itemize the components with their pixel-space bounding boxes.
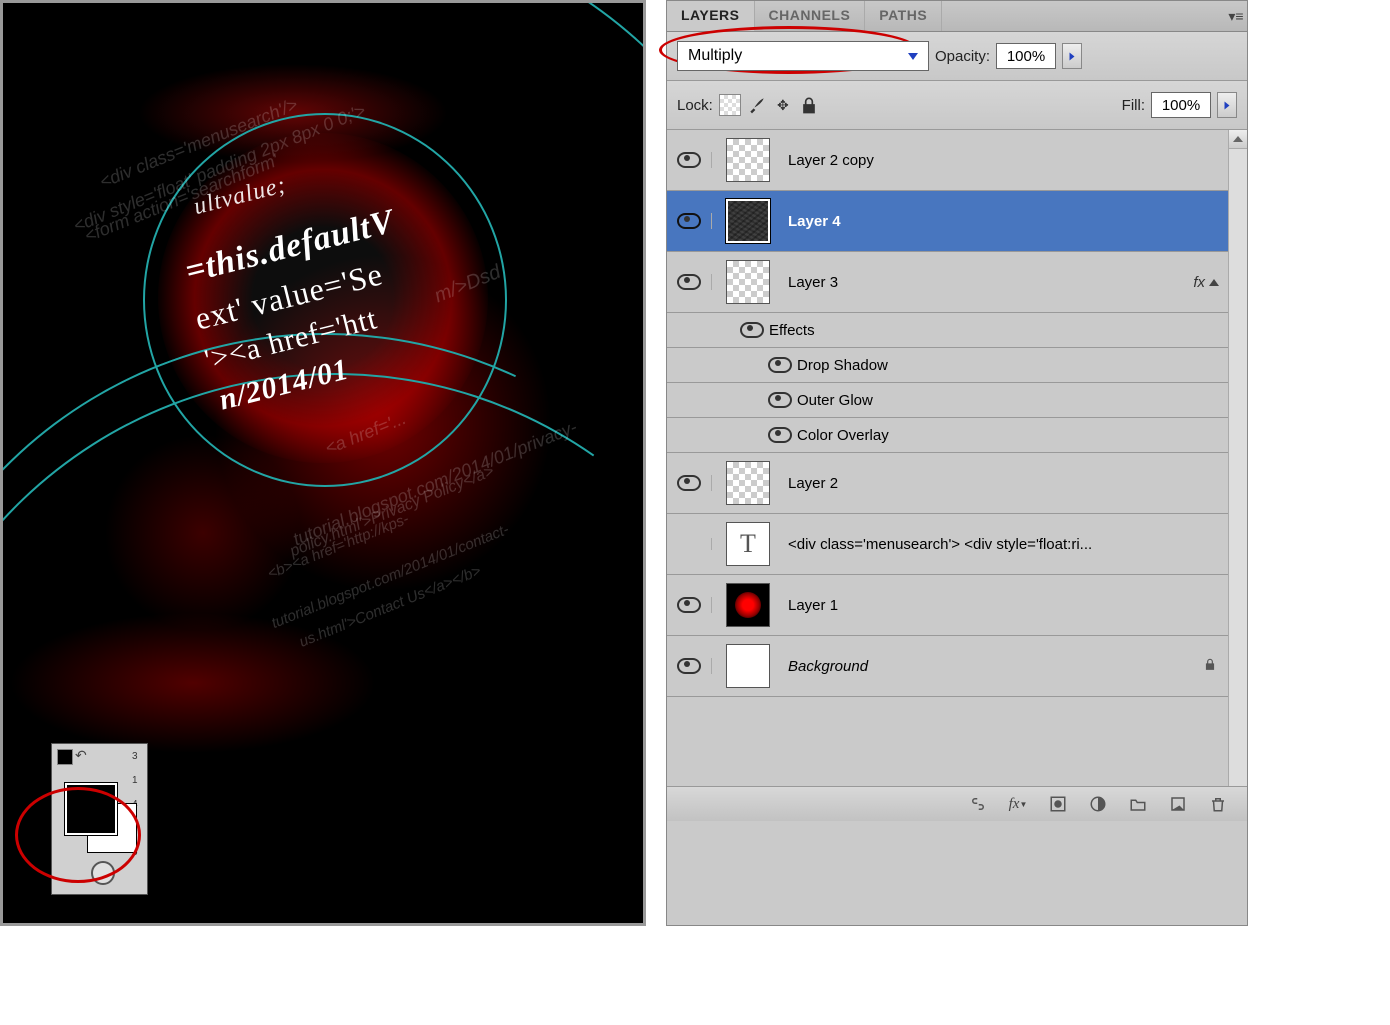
visibility-eye-icon[interactable]	[679, 538, 699, 550]
fill-input[interactable]: 100%	[1151, 92, 1211, 118]
fx-group-row[interactable]: Effects	[667, 313, 1247, 348]
fx-item-row[interactable]: Drop Shadow	[667, 348, 1247, 383]
layer-name-label[interactable]: Layer 3	[784, 274, 1193, 291]
scroll-up-icon[interactable]	[1229, 130, 1247, 149]
lock-all-icon[interactable]	[799, 95, 819, 115]
layer-thumbnail[interactable]	[726, 644, 770, 688]
panel-footer: fx▼	[667, 786, 1247, 821]
effects-label: Effects	[765, 322, 1225, 339]
foreground-color-swatch[interactable]	[65, 783, 117, 835]
layer-name-label[interactable]: Layer 1	[784, 597, 1225, 614]
effect-name-label: Outer Glow	[793, 392, 1225, 409]
tool-swatch-panel: ↶ 3 1 4 1 5	[33, 743, 148, 893]
fx-badge[interactable]: fx	[1193, 274, 1205, 291]
fx-item-row[interactable]: Outer Glow	[667, 383, 1247, 418]
layer-row[interactable]: Layer 2 copy	[667, 130, 1247, 191]
fill-flyout-button[interactable]	[1217, 92, 1237, 118]
panel-menu-icon[interactable]: ▾≡	[1225, 1, 1247, 31]
layers-panel: LAYERS CHANNELS PATHS ▾≡ Multiply Opacit…	[666, 0, 1248, 926]
opacity-flyout-button[interactable]	[1062, 43, 1082, 69]
document-canvas[interactable]: <div class='menusearch'/> <div style='fl…	[0, 0, 646, 926]
layer-name-label[interactable]: <div class='menusearch'> <div style='flo…	[784, 536, 1225, 553]
layer-thumbnail[interactable]	[726, 138, 770, 182]
panel-controls-row: Multiply Opacity: 100%	[667, 32, 1247, 81]
visibility-eye-icon[interactable]	[768, 392, 792, 408]
opacity-input[interactable]: 100%	[996, 43, 1056, 69]
fx-item-row[interactable]: Color Overlay	[667, 418, 1247, 453]
tab-layers[interactable]: LAYERS	[667, 1, 755, 31]
panel-lock-row: Lock: ✥ Fill: 100%	[667, 81, 1247, 130]
visibility-eye-icon[interactable]	[677, 597, 701, 613]
layer-row[interactable]: Background	[667, 636, 1247, 697]
new-group-icon[interactable]	[1127, 794, 1149, 814]
scrollbar[interactable]	[1228, 130, 1247, 786]
layer-thumbnail[interactable]	[726, 260, 770, 304]
locked-icon	[1203, 656, 1217, 676]
blend-mode-select[interactable]: Multiply	[677, 41, 929, 71]
tab-paths[interactable]: PATHS	[865, 1, 942, 31]
layer-name-label[interactable]: Layer 2	[784, 475, 1225, 492]
visibility-eye-icon[interactable]	[677, 475, 701, 491]
layer-row[interactable]: Layer 2	[667, 453, 1247, 514]
visibility-eye-icon[interactable]	[740, 322, 764, 338]
lock-position-icon[interactable]: ✥	[773, 95, 793, 115]
layer-name-label[interactable]: Layer 4	[784, 213, 1225, 230]
delete-layer-icon[interactable]	[1207, 794, 1229, 814]
effect-name-label: Drop Shadow	[793, 357, 1225, 374]
visibility-eye-icon[interactable]	[768, 427, 792, 443]
layer-thumbnail[interactable]	[726, 461, 770, 505]
layer-list: Layer 2 copy Layer 4 Layer 3 fx Effects	[667, 130, 1247, 786]
visibility-eye-icon[interactable]	[677, 658, 701, 674]
layer-row[interactable]: T <div class='menusearch'> <div style='f…	[667, 514, 1247, 575]
type-layer-thumbnail[interactable]: T	[726, 522, 770, 566]
swap-colors-icon[interactable]: ↶	[75, 747, 87, 764]
lock-transparency-icon[interactable]	[719, 94, 741, 116]
layer-name-label[interactable]: Layer 2 copy	[784, 152, 1225, 169]
layer-row[interactable]: Layer 3 fx	[667, 252, 1247, 313]
lock-pixels-icon[interactable]	[747, 95, 767, 115]
visibility-eye-icon[interactable]	[677, 274, 701, 290]
layer-thumbnail[interactable]	[726, 583, 770, 627]
layer-row[interactable]: Layer 4	[667, 191, 1247, 252]
layer-list-empty-area[interactable]	[667, 697, 1229, 786]
visibility-eye-icon[interactable]	[768, 357, 792, 373]
opacity-label: Opacity:	[935, 48, 990, 65]
visibility-eye-icon[interactable]	[677, 152, 701, 168]
fill-label: Fill:	[1122, 97, 1145, 114]
effect-name-label: Color Overlay	[793, 427, 1225, 444]
default-colors-icon[interactable]	[57, 749, 73, 765]
tab-channels[interactable]: CHANNELS	[755, 1, 866, 31]
visibility-eye-icon[interactable]	[677, 213, 701, 229]
layer-row[interactable]: Layer 1	[667, 575, 1247, 636]
lock-label: Lock:	[677, 97, 713, 114]
layer-name-label[interactable]: Background	[784, 658, 1203, 675]
blend-mode-value: Multiply	[688, 47, 742, 65]
adjustment-layer-icon[interactable]	[1087, 794, 1109, 814]
quick-mask-icon[interactable]	[91, 861, 115, 885]
add-mask-icon[interactable]	[1047, 794, 1069, 814]
new-layer-icon[interactable]	[1167, 794, 1189, 814]
link-layers-icon[interactable]	[967, 794, 989, 814]
panel-tab-row: LAYERS CHANNELS PATHS ▾≡	[667, 1, 1247, 32]
canvas-content: <div class='menusearch'/> <div style='fl…	[3, 3, 643, 923]
layer-thumbnail[interactable]	[726, 199, 770, 243]
fx-collapse-icon[interactable]	[1209, 279, 1219, 286]
layer-style-icon[interactable]: fx▼	[1007, 794, 1029, 814]
